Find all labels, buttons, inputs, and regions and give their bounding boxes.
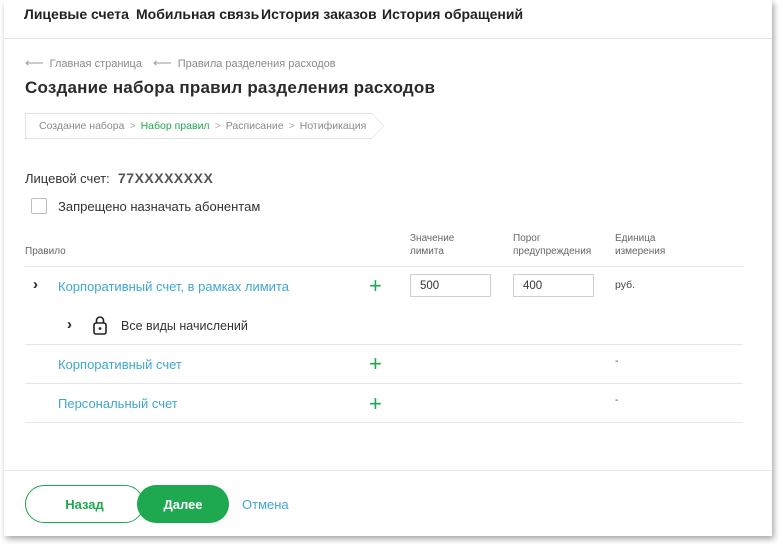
breadcrumb-rules[interactable]: Правила разделения расходов [178,58,336,70]
arrow-left-icon: ⟵ [25,55,44,70]
header-rule: Правило [25,246,66,257]
account-label: Лицевой счет: [25,171,110,186]
unit-value: руб. [615,279,636,291]
nav-item-orders-history[interactable]: История заказов [261,6,377,22]
rule-link-personal[interactable]: Персональный счет [58,396,178,411]
forbid-assign-label: Запрещено назначать абонентам [58,199,261,214]
add-plus-icon[interactable]: + [369,393,382,415]
step-create-set[interactable]: Создание набора [39,120,124,132]
expand-chevron-icon[interactable]: › [33,276,38,293]
chevron-right-icon: > [214,120,221,132]
nav-item-accounts[interactable]: Лицевые счета [24,6,129,22]
page-title: Создание набора правил разделения расход… [25,78,436,97]
cancel-link[interactable]: Отмена [242,497,289,512]
wizard-stepper: Создание набора > Набор правил > Расписание >… [25,113,384,139]
header-limit-value: Значение лимита [410,233,455,257]
header-warning-threshold: Порог предупреждения [513,233,592,257]
add-plus-icon[interactable]: + [369,275,382,297]
app-window: Лицевые счета Мобильная связь История за… [4,0,772,536]
divider [25,266,743,267]
header-unit: Единица измерения [615,233,666,257]
nav-item-requests-history[interactable]: История обращений [382,6,523,22]
unit-value: - [615,394,619,406]
divider [25,383,743,384]
breadcrumb-home[interactable]: Главная страница [50,58,142,70]
nav-item-mobile[interactable]: Мобильная связь [136,6,259,22]
next-button[interactable]: Далее [137,485,229,523]
limit-value-input[interactable] [410,274,491,297]
back-button[interactable]: Назад [25,485,144,523]
forbid-assign-checkbox[interactable] [31,198,47,214]
step-notification[interactable]: Нотификация [300,120,367,132]
rule-link-corporate-limit[interactable]: Корпоративный счет, в рамках лимита [58,279,289,294]
account-number: 77XXXXXXXX [118,170,214,186]
rule-link-corporate[interactable]: Корпоративный счет [58,357,182,372]
step-schedule[interactable]: Расписание [226,120,284,132]
divider [25,422,743,423]
breadcrumb: ⟵ Главная страница ⟵ Правила разделения ра… [25,55,344,71]
step-rule-set[interactable]: Набор правил [141,120,210,132]
unit-value: - [615,355,619,367]
arrow-left-icon: ⟵ [153,55,172,70]
divider [25,344,743,345]
charges-all-label: Все виды начислений [121,319,248,333]
top-navigation: Лицевые счета Мобильная связь История за… [4,0,772,39]
warning-threshold-input[interactable] [513,274,594,297]
expand-chevron-icon[interactable]: › [67,316,72,333]
lock-icon [93,315,107,340]
chevron-right-icon: > [129,120,136,132]
chevron-right-icon: > [288,120,295,132]
add-plus-icon[interactable]: + [369,353,382,375]
